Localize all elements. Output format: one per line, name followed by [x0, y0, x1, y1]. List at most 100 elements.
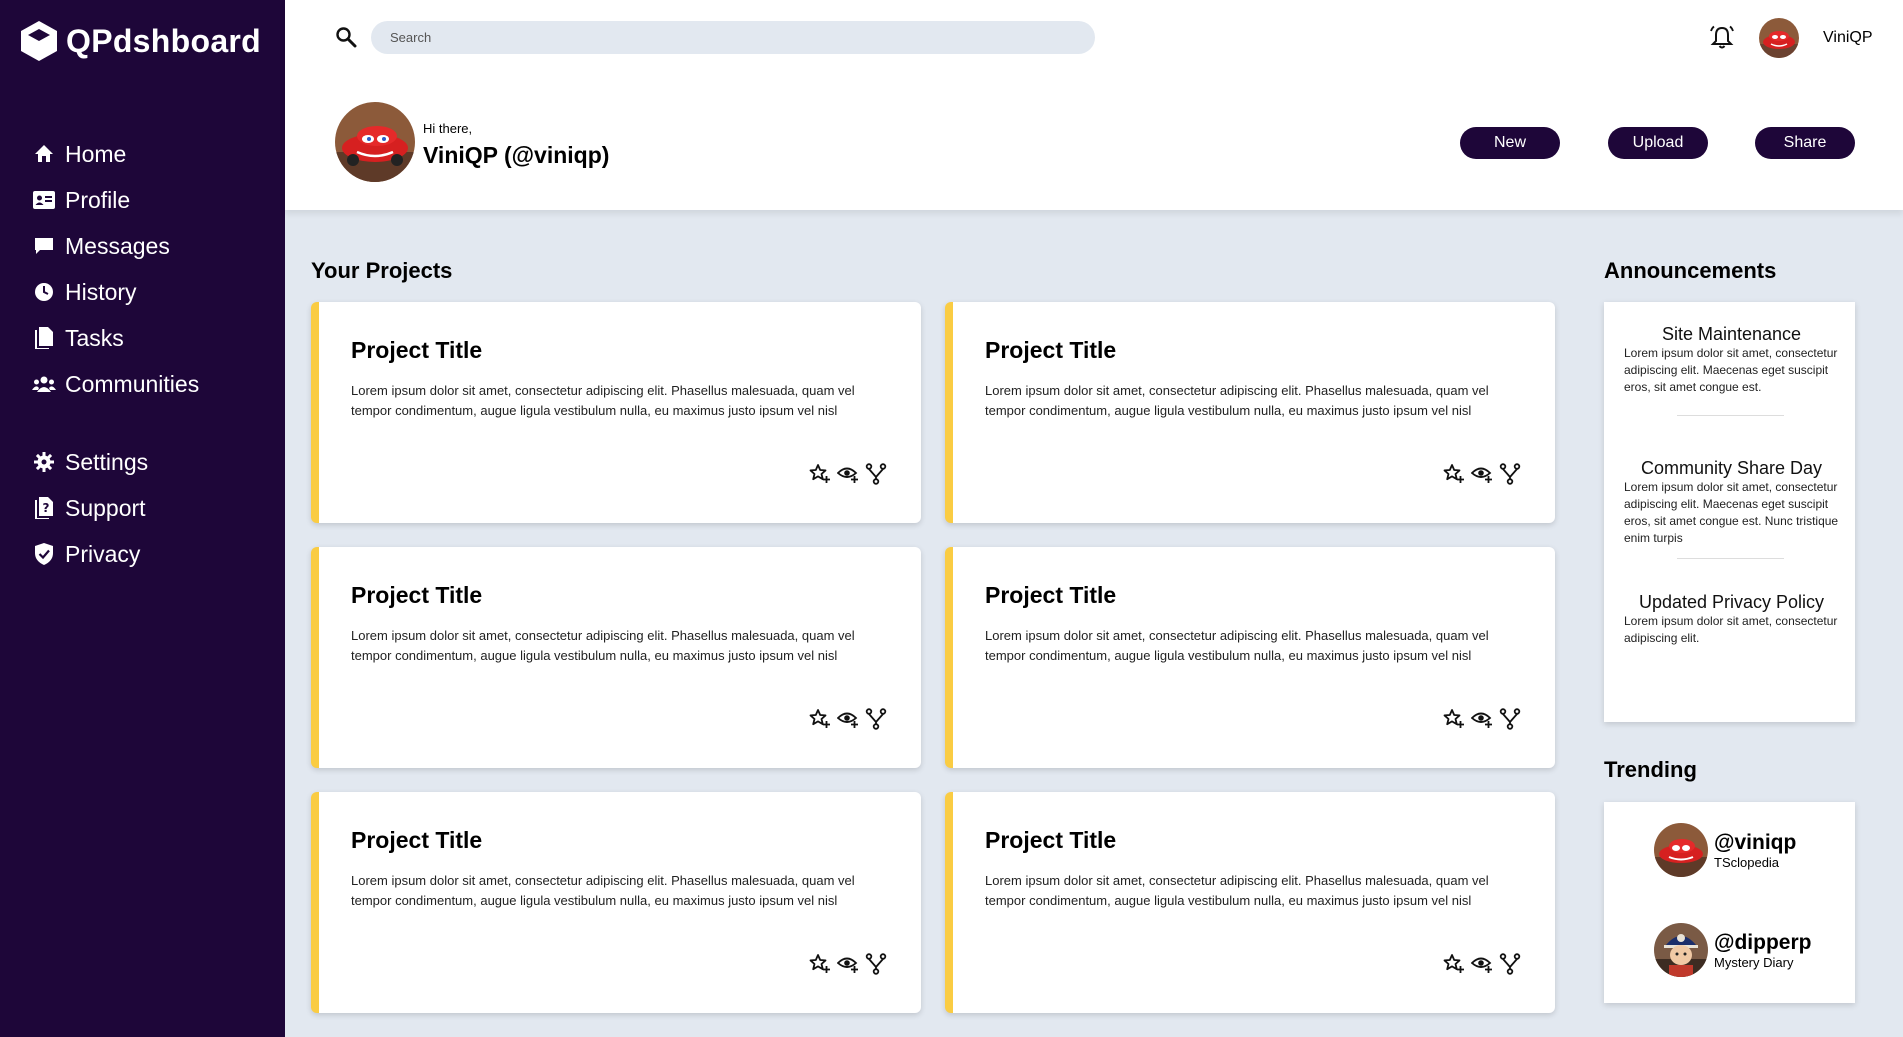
project-title: Project Title — [985, 337, 1117, 363]
project-card[interactable]: Project Title Lorem ipsum dolor sit amet… — [311, 792, 921, 1013]
project-card[interactable]: Project Title Lorem ipsum dolor sit amet… — [945, 302, 1555, 523]
project-card[interactable]: Project Title Lorem ipsum dolor sit amet… — [945, 547, 1555, 768]
star-add-icon[interactable] — [1443, 708, 1465, 730]
avatar — [1654, 823, 1708, 877]
search-input[interactable] — [371, 21, 1095, 54]
project-actions — [1443, 708, 1521, 730]
avatar[interactable] — [1759, 18, 1799, 58]
sidebar-item-label: Communities — [65, 370, 200, 397]
watch-add-icon[interactable] — [837, 463, 859, 485]
sidebar-item-label: Settings — [65, 448, 149, 475]
trending-handle: @viniqp — [1714, 830, 1797, 854]
announcements-panel: Site Maintenance Lorem ipsum dolor sit a… — [1604, 302, 1855, 722]
announcement-item[interactable]: Community Share Day Lorem ipsum dolor si… — [1624, 458, 1839, 547]
project-card[interactable]: Project Title Lorem ipsum dolor sit amet… — [945, 792, 1555, 1013]
star-add-icon[interactable] — [809, 463, 831, 485]
watch-add-icon[interactable] — [1471, 953, 1493, 975]
new-button[interactable]: New — [1460, 127, 1560, 159]
svg-text:?: ? — [43, 501, 50, 515]
announcements-heading: Announcements — [1604, 258, 1777, 283]
fork-icon[interactable] — [865, 708, 887, 730]
clock-icon — [32, 280, 56, 304]
fork-icon[interactable] — [1499, 463, 1521, 485]
greeting-text: Hi there, — [423, 121, 473, 136]
star-add-icon[interactable] — [1443, 463, 1465, 485]
header-username[interactable]: ViniQP — [1823, 29, 1873, 47]
divider — [1677, 415, 1784, 416]
project-description: Lorem ipsum dolor sit amet, consectetur … — [985, 873, 1489, 908]
user-handle: ViniQP (@viniqp) — [423, 142, 610, 168]
project-title: Project Title — [351, 827, 483, 853]
project-actions — [1443, 463, 1521, 485]
project-actions — [809, 708, 887, 730]
gear-icon — [32, 450, 56, 474]
sidebar-item-support[interactable]: ? Support — [32, 485, 199, 531]
sidebar-item-tasks[interactable]: Tasks — [32, 315, 199, 361]
announcement-title: Updated Privacy Policy — [1638, 592, 1825, 612]
star-add-icon[interactable] — [809, 953, 831, 975]
question-icon: ? — [32, 496, 56, 520]
sidebar-item-settings[interactable]: Settings — [32, 439, 199, 485]
project-card[interactable]: Project Title Lorem ipsum dolor sit amet… — [311, 302, 921, 523]
project-card[interactable]: Project Title Lorem ipsum dolor sit amet… — [311, 547, 921, 768]
trending-item[interactable]: @viniqp TSclopedia — [1654, 823, 1796, 877]
avatar — [1654, 923, 1708, 977]
fork-icon[interactable] — [1499, 708, 1521, 730]
project-description: Lorem ipsum dolor sit amet, consectetur … — [351, 628, 855, 663]
trending-handle: @dipperp — [1714, 930, 1812, 954]
announcement-title: Community Share Day — [1640, 458, 1823, 478]
watch-add-icon[interactable] — [837, 953, 859, 975]
sidebar-item-communities[interactable]: Communities — [32, 361, 199, 407]
project-actions — [809, 953, 887, 975]
sidebar-item-profile[interactable]: Profile — [32, 177, 199, 223]
sidebar-item-label: Messages — [65, 232, 170, 259]
sidebar: QPdshboard Home Profile Messages History — [0, 0, 285, 1037]
profile-avatar — [335, 102, 415, 182]
document-icon — [32, 326, 56, 350]
star-add-icon[interactable] — [809, 708, 831, 730]
fork-icon[interactable] — [865, 953, 887, 975]
app-name: QPdshboard — [66, 22, 262, 59]
fork-icon[interactable] — [1499, 953, 1521, 975]
sidebar-item-label: Home — [65, 140, 127, 167]
search-icon[interactable] — [335, 26, 357, 48]
project-actions — [809, 463, 887, 485]
home-icon — [32, 142, 56, 166]
trending-panel: @viniqp TSclopedia @dipperp Mystery Diar… — [1604, 802, 1855, 1003]
project-title: Project Title — [351, 582, 483, 608]
message-icon — [32, 234, 56, 258]
announcement-title: Site Maintenance — [1661, 324, 1802, 344]
sidebar-nav: Home Profile Messages History Tasks Comm… — [32, 131, 199, 577]
projects-heading: Your Projects — [311, 258, 453, 283]
sidebar-item-history[interactable]: History — [32, 269, 199, 315]
fork-icon[interactable] — [865, 463, 887, 485]
project-description: Lorem ipsum dolor sit amet, consectetur … — [985, 628, 1489, 663]
users-icon — [32, 372, 56, 396]
app-logo[interactable]: QPdshboard — [20, 20, 261, 62]
sidebar-item-label: Support — [65, 494, 146, 521]
announcement-body: Lorem ipsum dolor sit amet, consectetur … — [1624, 346, 1838, 394]
sidebar-item-home[interactable]: Home — [32, 131, 199, 177]
upload-button[interactable]: Upload — [1608, 127, 1708, 159]
sidebar-item-label: Profile — [65, 186, 131, 213]
project-title: Project Title — [351, 337, 483, 363]
star-add-icon[interactable] — [1443, 953, 1465, 975]
announcement-body: Lorem ipsum dolor sit amet, consectetur … — [1624, 614, 1838, 645]
sidebar-item-privacy[interactable]: Privacy — [32, 531, 199, 577]
project-title: Project Title — [985, 582, 1117, 608]
share-button[interactable]: Share — [1755, 127, 1855, 159]
shield-icon — [32, 542, 56, 566]
bell-icon[interactable] — [1708, 24, 1736, 52]
watch-add-icon[interactable] — [1471, 463, 1493, 485]
announcement-item[interactable]: Site Maintenance Lorem ipsum dolor sit a… — [1624, 324, 1839, 396]
trending-project: Mystery Diary — [1714, 954, 1794, 970]
watch-add-icon[interactable] — [1471, 708, 1493, 730]
project-description: Lorem ipsum dolor sit amet, consectetur … — [985, 383, 1489, 418]
project-title: Project Title — [985, 827, 1117, 853]
divider — [1677, 558, 1784, 559]
sidebar-item-label: Tasks — [65, 324, 124, 351]
sidebar-item-messages[interactable]: Messages — [32, 223, 199, 269]
announcement-item[interactable]: Updated Privacy Policy Lorem ipsum dolor… — [1624, 592, 1839, 647]
watch-add-icon[interactable] — [837, 708, 859, 730]
trending-item[interactable]: @dipperp Mystery Diary — [1654, 923, 1811, 977]
